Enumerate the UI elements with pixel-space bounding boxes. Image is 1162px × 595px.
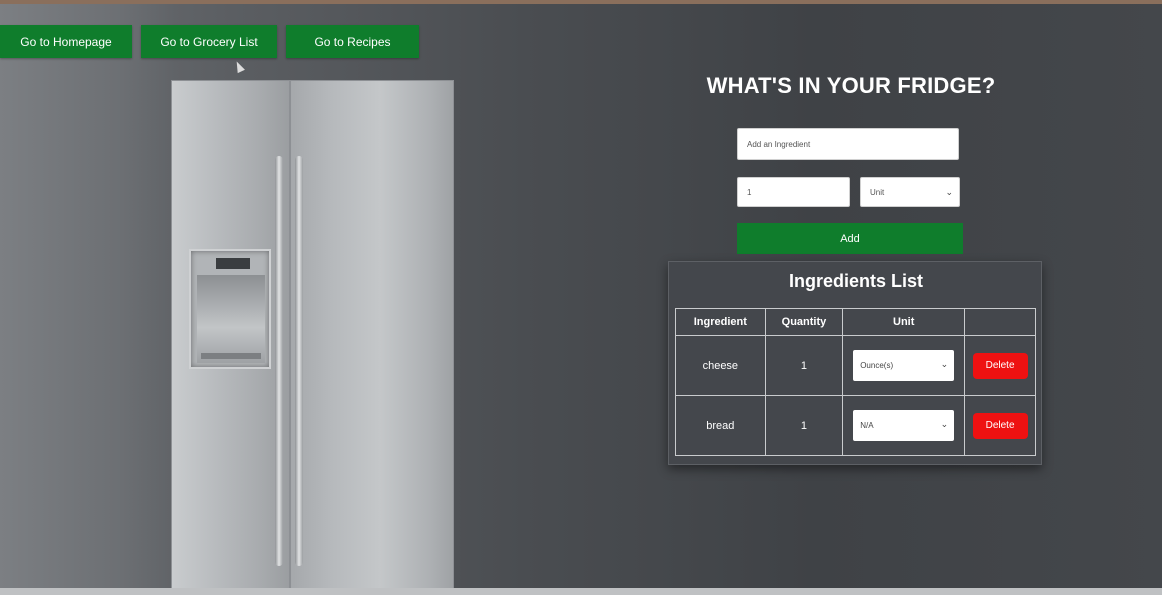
header-quantity: Quantity — [764, 308, 844, 336]
quantity-input[interactable]: 1 — [737, 177, 850, 207]
unit-select-value: Unit — [870, 187, 885, 197]
fridge-right-door — [290, 80, 454, 595]
ingredient-input[interactable]: Add an Ingredient — [737, 128, 959, 160]
go-to-homepage-button[interactable]: Go to Homepage — [0, 25, 132, 58]
chevron-down-icon: ⌄ — [940, 419, 949, 429]
ingredients-table: Ingredient Quantity Unit cheese 1 Ounce(… — [675, 308, 1036, 456]
ingredient-quantity: 1 — [764, 335, 844, 396]
fridge-image — [171, 80, 454, 595]
ingredients-panel: Ingredients List Ingredient Quantity Uni… — [668, 261, 1042, 465]
page-title: WHAT'S IN YOUR FRIDGE? — [706, 73, 996, 98]
dispenser-tray — [201, 353, 261, 359]
ingredient-placeholder: Add an Ingredient — [747, 139, 811, 149]
row-unit-select[interactable]: Ounce(s) ⌄ — [853, 350, 955, 381]
unit-cell: N/A ⌄ — [842, 395, 966, 456]
add-button[interactable]: Add — [737, 223, 963, 254]
delete-button[interactable]: Delete — [972, 352, 1028, 379]
header-unit: Unit — [842, 308, 966, 336]
header-actions — [964, 308, 1036, 336]
dispenser-display — [216, 258, 250, 269]
row-unit-select[interactable]: N/A ⌄ — [853, 410, 955, 441]
fridge-left-door — [171, 80, 290, 595]
unit-cell: Ounce(s) ⌄ — [842, 335, 966, 396]
mouse-cursor-icon — [233, 59, 245, 74]
action-cell: Delete — [964, 335, 1036, 396]
row-unit-value: Ounce(s) — [860, 361, 894, 370]
delete-button[interactable]: Delete — [972, 412, 1028, 439]
ingredient-name: bread — [675, 395, 766, 456]
fridge-handle-right — [295, 156, 303, 566]
ingredients-title: Ingredients List — [788, 271, 923, 291]
ingredient-name: cheese — [675, 335, 766, 396]
action-cell: Delete — [964, 395, 1036, 456]
chevron-down-icon: ⌄ — [940, 359, 949, 369]
table-row: bread 1 N/A ⌄ Delete — [675, 395, 1036, 456]
fridge-handle-left — [275, 156, 283, 566]
table-header-row: Ingredient Quantity Unit — [675, 308, 1036, 336]
chevron-down-icon: ⌄ — [945, 187, 953, 197]
quantity-value: 1 — [747, 187, 752, 197]
header-ingredient: Ingredient — [675, 308, 766, 336]
dispenser-well — [197, 275, 265, 363]
water-dispenser — [189, 249, 271, 369]
unit-select[interactable]: Unit ⌄ — [860, 177, 960, 207]
go-to-recipes-button[interactable]: Go to Recipes — [286, 25, 419, 58]
table-row: cheese 1 Ounce(s) ⌄ Delete — [675, 335, 1036, 396]
row-unit-value: N/A — [860, 421, 874, 430]
background-wall — [0, 4, 175, 595]
floor — [0, 588, 1162, 595]
ingredient-quantity: 1 — [764, 395, 844, 456]
go-to-grocery-list-button[interactable]: Go to Grocery List — [141, 25, 277, 58]
